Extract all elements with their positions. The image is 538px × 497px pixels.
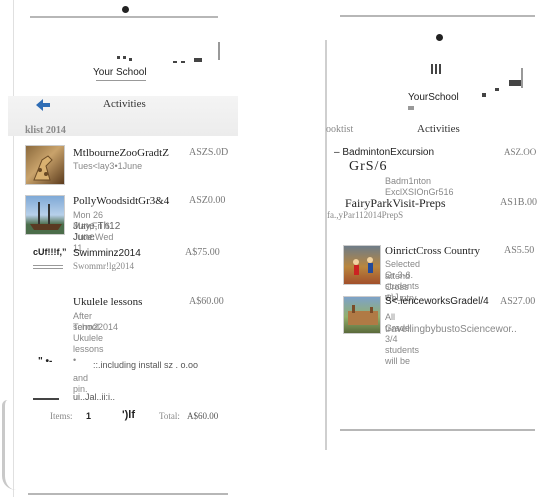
- item-price: ASZ0.00: [189, 195, 226, 206]
- logo-glyph: [482, 93, 486, 97]
- bottom-bezel: [28, 493, 228, 495]
- item-glyph: [33, 398, 59, 400]
- logo-glyph: [123, 56, 126, 59]
- ship-thumbnail: [25, 195, 65, 235]
- item-title: OinrictCross Country: [385, 245, 481, 257]
- item-title: PollyWoodsidtGr3&4: [73, 195, 170, 207]
- item-price: AS27.00: [500, 296, 536, 307]
- item-subtitle-2: Term22014: [73, 322, 119, 332]
- logo-glyph: [408, 106, 414, 110]
- logo-underline: [96, 80, 146, 81]
- item-title: – BadmintonExcursion: [334, 147, 435, 158]
- logo-glyph: [194, 58, 202, 62]
- item-subtitle-2: travellingbybustoSciencewor..: [385, 324, 517, 335]
- item-title: S<.ienceworksGradel/4: [385, 296, 489, 307]
- item-lead: " •-: [38, 356, 53, 367]
- tab-checklist[interactable]: klist 2014: [25, 125, 66, 136]
- camera-dot: [436, 34, 443, 41]
- item-subtitle: fa.,yPar112014PrepS: [327, 210, 404, 220]
- item-subtitle: Tues<lay3•1June: [73, 161, 143, 171]
- footer-items-label: Items:: [50, 411, 73, 421]
- left-screen: Your School Activities klist 2014 Mtlbou…: [0, 0, 245, 497]
- item-title: Swimminz2014: [73, 248, 141, 259]
- item-big-text: GrS/6: [349, 159, 388, 174]
- logo-glyph: [431, 64, 433, 74]
- logo-glyph: [117, 56, 120, 59]
- footer-total-value: A$60.00: [187, 411, 219, 421]
- logo-glyph: [521, 68, 523, 88]
- page-title: Activities: [417, 123, 460, 135]
- school-logo-text: Your School: [93, 67, 147, 78]
- logo-glyph: [173, 61, 177, 63]
- right-screen: YourSchool ooktist Activities – Badminto…: [325, 0, 538, 497]
- top-bezel: [30, 16, 218, 18]
- camera-dot: [122, 6, 129, 13]
- item-badge: cUf!!!f,”: [33, 247, 67, 257]
- item-price: ASZS.0D: [189, 147, 229, 158]
- item-price: AS1B.00: [500, 197, 537, 208]
- item-subtitle-2: June,Th12 June: [73, 221, 121, 243]
- item-title: FairyParkVisit-Preps: [345, 196, 446, 210]
- giraffe-thumbnail: [25, 145, 65, 185]
- footer-mark: ')lf: [122, 409, 135, 421]
- item-subtitle: Swommr!lg2014: [73, 261, 135, 271]
- tab-checklist[interactable]: ooktist: [326, 124, 353, 135]
- bottom-bezel: [340, 429, 535, 431]
- footer-total-label: Total:: [159, 411, 180, 421]
- top-bezel: [340, 15, 535, 17]
- school-logo-text: YourSchool: [408, 92, 459, 103]
- page-title: Activities: [103, 98, 146, 110]
- logo-glyph: [181, 61, 185, 63]
- items-count-value: 1: [86, 411, 92, 421]
- runners-thumbnail: [343, 245, 381, 285]
- badge-rule: [33, 268, 63, 269]
- item-title: ui..Jal..ii:i..: [73, 392, 116, 402]
- logo-glyph: [218, 42, 220, 60]
- item-subtitle: After school Ukulele lessons •: [73, 311, 104, 365]
- item-title: MtlbourneZooGradtZ: [73, 147, 169, 159]
- logo-glyph: [129, 58, 132, 61]
- scienceworks-thumbnail: [343, 296, 381, 334]
- badge-rule: [33, 265, 63, 266]
- logo-glyph: [435, 64, 437, 74]
- logo-glyph: [495, 88, 499, 91]
- logo-glyph: [439, 64, 441, 74]
- footer-items-count: 1: [86, 411, 91, 421]
- item-title: Ukulele lessons: [73, 296, 143, 308]
- item-price: A$75.00: [185, 247, 220, 258]
- item-price: ASZ.OO: [504, 147, 537, 157]
- item-subtitle: All Grade 3/4 students will be: [385, 312, 420, 366]
- item-price: AS5.50: [504, 245, 535, 256]
- item-subtitle: Badm1nton ExclXSIOnGr516: [385, 176, 454, 197]
- item-price: A$60.00: [189, 296, 224, 307]
- item-title: ::.including install sz . o.oo: [93, 360, 199, 370]
- back-arrow-icon[interactable]: [36, 98, 50, 111]
- logo-glyph: [509, 80, 521, 86]
